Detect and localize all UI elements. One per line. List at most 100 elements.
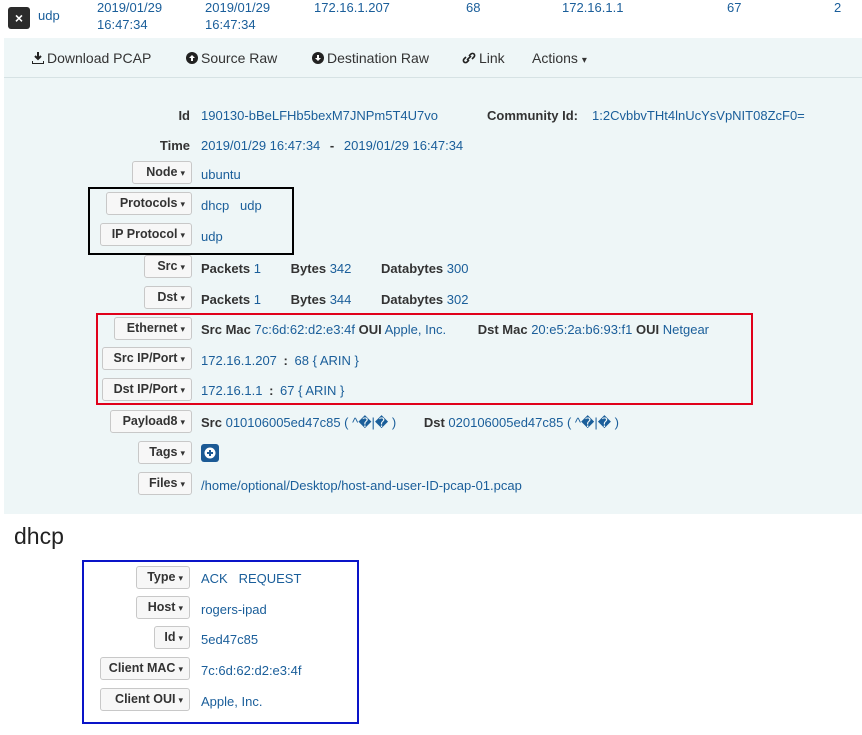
bytes-label: Bytes <box>290 261 327 276</box>
src-ip-value[interactable]: 172.16.1.207 <box>201 353 277 368</box>
ip-protocol-value[interactable]: udp <box>201 229 223 244</box>
src-field-button[interactable]: Src ▾ <box>144 255 192 278</box>
protocols-values: dhcp udp <box>201 198 262 213</box>
src-packets[interactable]: 1 <box>254 261 261 276</box>
dhcp-id-field-button[interactable]: Id ▾ <box>154 626 190 649</box>
dhcp-type-value[interactable]: ACK <box>201 571 228 586</box>
action-bar: Download PCAP Source Raw Destination Raw… <box>4 38 862 78</box>
dst-mac-value[interactable]: 20:e5:2a:b6:93:f1 <box>531 322 632 337</box>
protocol-value[interactable]: udp <box>240 198 262 213</box>
payload-src-ascii: ( ^�|� ) <box>344 415 397 430</box>
dst-ip-value[interactable]: 172.16.1.1 <box>201 383 262 398</box>
caret-down-icon: ▾ <box>178 664 183 674</box>
session-dst-port[interactable]: 67 <box>727 0 741 16</box>
dhcp-type-values: ACK REQUEST <box>201 571 301 586</box>
link-button[interactable]: Link <box>462 50 505 66</box>
time-dash: - <box>329 138 335 153</box>
session-src-port[interactable]: 68 <box>466 0 480 16</box>
src-mac-value[interactable]: 7c:6d:62:d2:e3:4f <box>255 322 355 337</box>
dhcp-client-oui-field-button[interactable]: Client OUI ▾ <box>100 688 190 711</box>
protocols-field-button[interactable]: Protocols ▾ <box>106 192 192 215</box>
src-databytes[interactable]: 300 <box>447 261 469 276</box>
caret-down-icon: ▾ <box>178 695 183 705</box>
src-asn-value[interactable]: { ARIN } <box>313 353 359 368</box>
id-value[interactable]: 190130-bBeLFHb5bexM7JNPm5T4U7vo <box>201 108 438 123</box>
plus-icon[interactable] <box>201 444 219 462</box>
payload-dst-ascii: ( ^�|� ) <box>566 415 620 430</box>
dhcp-client-mac-field-button[interactable]: Client MAC ▾ <box>100 657 190 680</box>
caret-down-icon: ▾ <box>180 479 185 489</box>
caret-down-icon: ▾ <box>180 293 185 303</box>
dst-field-button[interactable]: Dst ▾ <box>144 286 192 309</box>
dhcp-host-field-button[interactable]: Host ▾ <box>136 596 190 619</box>
caret-down-icon: ▾ <box>180 168 185 178</box>
caret-down-icon: ▾ <box>180 324 185 334</box>
dhcp-id-value[interactable]: 5ed47c85 <box>201 632 258 647</box>
actions-label: Actions <box>532 50 578 66</box>
source-raw-label: Source Raw <box>201 50 278 66</box>
dst-packets[interactable]: 1 <box>254 292 261 307</box>
oui-label: OUI <box>358 322 382 337</box>
dst-oui-value[interactable]: Netgear <box>663 322 709 337</box>
source-raw-button[interactable]: Source Raw <box>186 50 277 66</box>
dst-mac-label: Dst Mac <box>477 322 528 337</box>
dhcp-client-oui-value[interactable]: Apple, Inc. <box>201 694 262 709</box>
dhcp-host-value[interactable]: rogers-ipad <box>201 602 267 617</box>
dhcp-type-field-button[interactable]: Type ▾ <box>136 566 190 589</box>
session-start-time: 16:47:34 <box>97 17 148 32</box>
dst-databytes[interactable]: 302 <box>447 292 469 307</box>
session-protocol[interactable]: udp <box>38 8 60 24</box>
payload-src-hex[interactable]: 010106005ed47c85 <box>226 415 341 430</box>
destination-raw-button[interactable]: Destination Raw <box>312 50 429 66</box>
src-ip-port-value: 172.16.1.207 : 68 { ARIN } <box>201 353 359 368</box>
id-label: Id <box>178 108 190 123</box>
ip-protocol-field-button[interactable]: IP Protocol ▾ <box>100 223 192 246</box>
src-bytes[interactable]: 342 <box>330 261 352 276</box>
dhcp-client-mac-value[interactable]: 7c:6d:62:d2:e3:4f <box>201 663 301 678</box>
tags-field-button[interactable]: Tags ▾ <box>138 441 192 464</box>
node-value[interactable]: ubuntu <box>201 167 241 182</box>
files-field-button[interactable]: Files ▾ <box>138 472 192 495</box>
session-row[interactable]: × udp 2019/01/29 16:47:34 2019/01/29 16:… <box>0 0 862 38</box>
payload-dst-hex[interactable]: 020106005ed47c85 <box>448 415 563 430</box>
community-id-value[interactable]: 1:2CvbbvTHt4lnUcYsVpNIT08ZcF0= <box>592 108 805 123</box>
arrow-circle-icon <box>312 52 324 64</box>
src-ip-port-field-button[interactable]: Src IP/Port ▾ <box>102 347 192 370</box>
ethernet-field-button[interactable]: Ethernet ▾ <box>114 317 192 340</box>
time-end[interactable]: 2019/01/29 16:47:34 <box>344 138 463 153</box>
download-pcap-button[interactable]: Download PCAP <box>31 50 151 66</box>
src-port-value[interactable]: 68 <box>295 353 309 368</box>
link-icon <box>462 52 476 64</box>
caret-down-icon: ▾ <box>178 603 183 613</box>
caret-down-icon: ▾ <box>178 573 183 583</box>
dhcp-type-value[interactable]: REQUEST <box>239 571 302 586</box>
actions-dropdown[interactable]: Actions ▾ <box>532 50 587 66</box>
protocol-value[interactable]: dhcp <box>201 198 229 213</box>
session-packets: 2 <box>834 0 842 15</box>
time-value: 2019/01/29 16:47:34 - 2019/01/29 16:47:3… <box>201 138 463 153</box>
dst-asn-value[interactable]: { ARIN } <box>298 383 344 398</box>
packets-label: Packets <box>201 261 251 276</box>
arrow-circle-icon <box>186 52 198 64</box>
time-start[interactable]: 2019/01/29 16:47:34 <box>201 138 320 153</box>
node-field-button[interactable]: Node ▾ <box>132 161 192 184</box>
caret-down-icon: ▾ <box>180 199 185 209</box>
close-icon[interactable]: × <box>8 7 30 29</box>
databytes-label: Databytes <box>381 261 444 276</box>
dst-ip-port-field-button[interactable]: Dst IP/Port ▾ <box>102 378 192 401</box>
packets-label: Packets <box>201 292 251 307</box>
link-label: Link <box>479 50 505 66</box>
dst-bytes[interactable]: 344 <box>330 292 352 307</box>
caret-down-icon: ▾ <box>180 417 185 427</box>
files-value[interactable]: /home/optional/Desktop/host-and-user-ID-… <box>201 478 522 493</box>
dst-port-value[interactable]: 67 <box>280 383 294 398</box>
session-dst-ip[interactable]: 172.16.1.1 <box>562 0 623 16</box>
src-mac-label: Src Mac <box>201 322 251 337</box>
src-oui-value[interactable]: Apple, Inc. <box>385 322 446 337</box>
payload8-field-button[interactable]: Payload8 ▾ <box>110 410 192 433</box>
session-src-ip[interactable]: 172.16.1.207 <box>314 0 390 16</box>
ethernet-values: Src Mac 7c:6d:62:d2:e3:4f OUI Apple, Inc… <box>201 322 709 337</box>
oui-label: OUI <box>636 322 660 337</box>
download-icon <box>31 52 45 65</box>
colon: : <box>283 353 288 368</box>
